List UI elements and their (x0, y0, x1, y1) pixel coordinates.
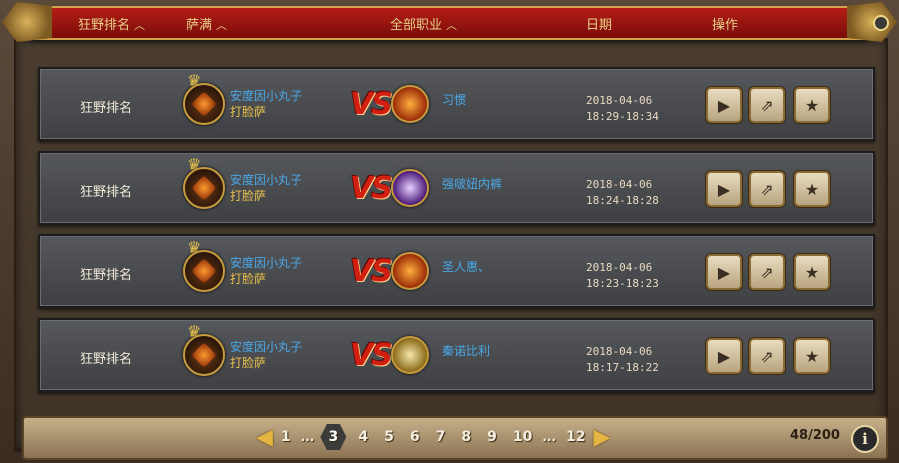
vs-label: VS (350, 171, 393, 206)
share-icon: ⇗ (760, 262, 774, 282)
share-icon: ⇗ (760, 179, 774, 199)
play-button[interactable]: ▶ (706, 87, 742, 123)
play-button[interactable]: ▶ (706, 338, 742, 374)
play-icon: ▶ (717, 262, 731, 282)
match-mode: 狂野排名 (80, 268, 133, 283)
match-mode: 狂野排名 (80, 352, 133, 367)
share-button[interactable]: ⇗ (749, 338, 785, 374)
favorite-button[interactable]: ★ (794, 338, 830, 374)
match-row: 狂野排名 ♛ 安度因小丸子 打脸萨 VS 秦诺比利 2018-04-06 18:1… (38, 318, 875, 392)
mage-fire-icon (391, 85, 429, 123)
star-icon: ★ (804, 262, 820, 282)
star-icon: ★ (804, 346, 820, 366)
page-link[interactable]: 6 (410, 429, 420, 445)
page-link[interactable]: 5 (384, 429, 394, 445)
play-button[interactable]: ▶ (706, 171, 742, 207)
share-button[interactable]: ⇗ (749, 254, 785, 290)
opponent-name[interactable]: 圣人惠、 (442, 258, 490, 275)
favorite-button[interactable]: ★ (794, 254, 830, 290)
player-name[interactable]: 安度因小丸子 (230, 87, 302, 104)
info-button[interactable]: i (851, 425, 879, 453)
favorite-button[interactable]: ★ (794, 87, 830, 123)
play-icon: ▶ (717, 179, 731, 199)
player-name[interactable]: 安度因小丸子 (230, 171, 302, 188)
chevron-up-icon: ︿ (216, 19, 228, 32)
shaman-emblem-icon (183, 167, 225, 209)
play-icon: ▶ (717, 346, 731, 366)
page-link[interactable]: 7 (436, 429, 446, 445)
match-count: 48/200 (790, 428, 840, 443)
pagination: ◀ 1 ... 3 4 5 6 7 8 9 10 ... 12 ▶ (256, 423, 610, 451)
page-ellipsis: ... (300, 430, 315, 444)
opponent-name[interactable]: 习惯 (442, 91, 466, 108)
header-mode[interactable]: 狂野排名 ︿ (78, 14, 145, 33)
mage-fire-icon (391, 252, 429, 290)
player-deck: 打脸萨 (230, 189, 267, 203)
player-name[interactable]: 安度因小丸子 (230, 254, 302, 271)
page-ellipsis: ... (542, 430, 557, 444)
shaman-emblem-icon (183, 250, 225, 292)
vs-label: VS (350, 254, 393, 289)
share-button[interactable]: ⇗ (749, 171, 785, 207)
player-name[interactable]: 安度因小丸子 (230, 338, 302, 355)
shaman-emblem-icon (183, 334, 225, 376)
vs-label: VS (350, 87, 393, 122)
match-datetime: 2018-04-06 18:29-18:34 (586, 94, 659, 123)
match-datetime: 2018-04-06 18:24-18:28 (586, 178, 659, 207)
star-icon: ★ (804, 179, 820, 199)
page-link[interactable]: 12 (566, 429, 585, 445)
opponent-name[interactable]: 秦诺比利 (442, 342, 490, 359)
star-icon: ★ (804, 95, 820, 115)
player-deck: 打脸萨 (230, 105, 267, 119)
match-mode: 狂野排名 (80, 101, 133, 116)
page-link[interactable]: 1 (281, 429, 291, 445)
header-opponent-class[interactable]: 全部职业 ︿ (390, 14, 457, 33)
chevron-up-icon: ︿ (134, 19, 146, 32)
page-link[interactable]: 9 (487, 429, 497, 445)
page-link[interactable]: 8 (461, 429, 471, 445)
share-icon: ⇗ (760, 95, 774, 115)
priest-shadow-icon (391, 169, 429, 207)
page-link[interactable]: 10 (513, 429, 532, 445)
next-page-button[interactable]: ▶ (594, 425, 611, 450)
player-deck: 打脸萨 (230, 356, 267, 370)
match-datetime: 2018-04-06 18:23-18:23 (586, 261, 659, 290)
favorite-button[interactable]: ★ (794, 171, 830, 207)
page-link[interactable]: 4 (358, 429, 368, 445)
share-icon: ⇗ (760, 346, 774, 366)
player-deck: 打脸萨 (230, 272, 267, 286)
match-datetime: 2018-04-06 18:17-18:22 (586, 345, 659, 374)
current-page: 3 (320, 424, 347, 450)
chevron-up-icon: ︿ (446, 19, 458, 32)
table-header: 狂野排名 ︿ 萨满 ︿ 全部职业 ︿ 日期 操作 (30, 6, 868, 40)
match-row: 狂野排名 ♛ 安度因小丸子 打脸萨 VS 圣人惠、 2018-04-06 18:2… (38, 234, 875, 308)
shaman-emblem-icon (183, 83, 225, 125)
paladin-icon (391, 336, 429, 374)
match-row: 狂野排名 ♛ 安度因小丸子 打脸萨 VS 强啵妞内裤 2018-04-06 18:… (38, 151, 875, 225)
play-button[interactable]: ▶ (706, 254, 742, 290)
header-actions: 操作 (712, 18, 739, 33)
share-button[interactable]: ⇗ (749, 87, 785, 123)
vs-label: VS (350, 338, 393, 373)
opponent-name[interactable]: 强啵妞内裤 (442, 175, 502, 192)
header-class[interactable]: 萨满 ︿ (186, 14, 227, 33)
play-icon: ▶ (717, 95, 731, 115)
header-date: 日期 (586, 18, 613, 33)
prev-page-button[interactable]: ◀ (256, 425, 273, 450)
match-mode: 狂野排名 (80, 185, 133, 200)
match-row: 狂野排名 ♛ 安度因小丸子 打脸萨 VS 习惯 2018-04-06 18:29-… (38, 67, 875, 141)
